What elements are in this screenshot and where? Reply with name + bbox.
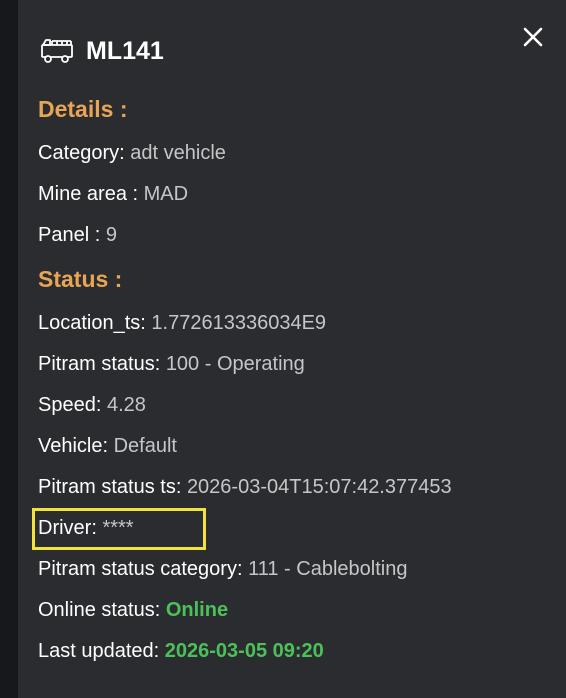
panel-header: ML141 xyxy=(40,36,164,66)
row-value: 2026-03-04T15:07:42.377453 xyxy=(186,476,452,498)
status-row-pitram-status-ts: Pitram status ts: 2026-03-04T15:07:42.37… xyxy=(38,476,452,499)
details-heading: Details : xyxy=(38,96,128,122)
row-value: Default xyxy=(113,435,177,457)
status-row-last-updated: Last updated: 2026-03-05 09:20 xyxy=(38,640,324,663)
row-label: Pitram status ts: xyxy=(38,476,187,498)
status-heading: Status : xyxy=(38,266,123,292)
row-label: Panel : xyxy=(38,224,106,246)
status-row-pitram-status: Pitram status: 100 - Operating xyxy=(38,353,305,376)
last-updated-value: 2026-03-05 09:20 xyxy=(164,640,324,662)
detail-row-mine-area: Mine area : MAD xyxy=(38,183,188,206)
row-value: adt vehicle xyxy=(130,142,226,164)
row-label: Mine area : xyxy=(38,183,144,205)
row-label: Category: xyxy=(38,142,131,164)
row-value: 100 - Operating xyxy=(165,353,305,375)
row-value: 4.28 xyxy=(106,394,146,416)
online-status-value: Online xyxy=(165,599,229,621)
row-value: 9 xyxy=(105,224,117,246)
status-row-vehicle: Vehicle: Default xyxy=(38,435,177,458)
row-label: Last updated: xyxy=(38,640,165,662)
vehicle-info-panel: ML141 Details : Category: adt vehicle Mi… xyxy=(18,0,566,698)
truck-icon xyxy=(40,36,74,66)
row-label: Online status: xyxy=(38,599,166,621)
vehicle-title: ML141 xyxy=(86,36,164,65)
status-row-online-status: Online status: Online xyxy=(38,599,228,622)
detail-row-category: Category: adt vehicle xyxy=(38,142,226,165)
row-value: MAD xyxy=(143,183,189,205)
driver-highlight-box xyxy=(32,508,206,550)
status-row-speed: Speed: 4.28 xyxy=(38,394,146,417)
close-icon[interactable] xyxy=(522,26,544,48)
status-row-location-ts: Location_ts: 1.772613336034E9 xyxy=(38,312,326,335)
row-value: 1.772613336034E9 xyxy=(151,312,327,334)
status-row-pitram-status-category: Pitram status category: 111 - Cablebolti… xyxy=(38,558,407,581)
row-value: 111 - Cablebolting xyxy=(248,558,408,580)
detail-row-panel: Panel : 9 xyxy=(38,224,117,247)
row-label: Vehicle: xyxy=(38,435,114,457)
row-label: Speed: xyxy=(38,394,107,416)
map-edge xyxy=(0,0,18,698)
row-label: Pitram status: xyxy=(38,353,166,375)
row-label: Pitram status category: xyxy=(38,558,249,580)
row-label: Location_ts: xyxy=(38,312,152,334)
